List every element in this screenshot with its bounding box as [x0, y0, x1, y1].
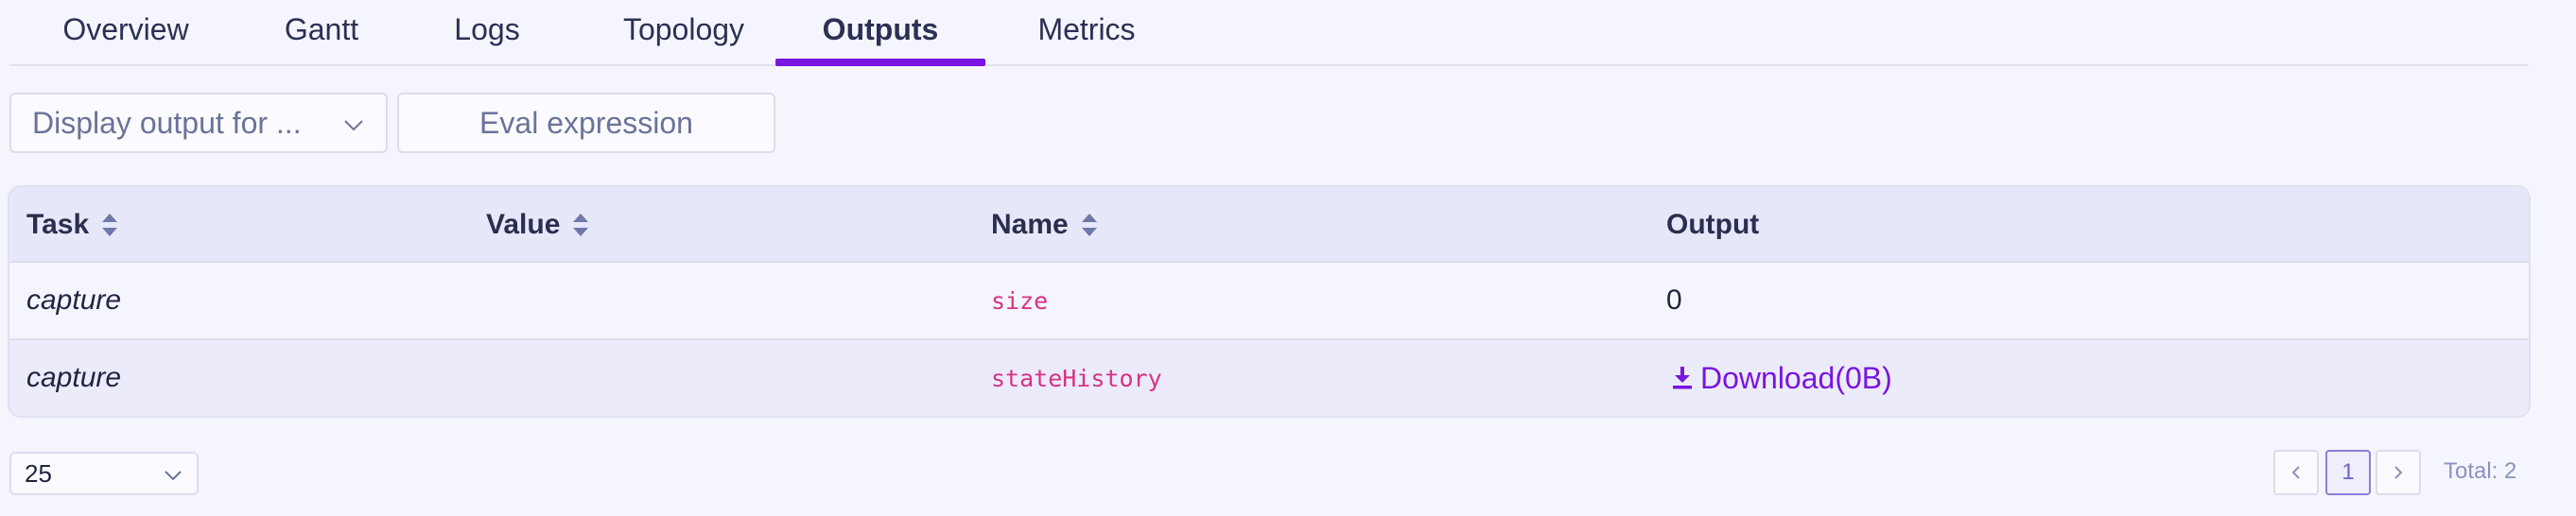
tab-outputs[interactable]: Outputs — [794, 0, 966, 66]
task-cell: capture — [26, 284, 122, 316]
display-output-select[interactable]: Display output for ... — [9, 93, 388, 153]
sort-icon[interactable] — [571, 211, 590, 239]
prev-page-button[interactable] — [2273, 450, 2319, 495]
table-row: capture size 0 — [9, 263, 2529, 340]
tab-logs[interactable]: Logs — [444, 0, 530, 66]
page-size-value: 25 — [25, 458, 52, 488]
current-page-button[interactable]: 1 — [2325, 450, 2371, 495]
download-link[interactable]: Download(0B) — [1670, 361, 1892, 396]
column-header-task[interactable]: Task — [26, 187, 119, 263]
tab-bar: Overview Gantt Logs Topology Outputs Met… — [9, 0, 2529, 66]
chevron-right-icon — [2394, 466, 2403, 479]
display-output-select-label: Display output for ... — [32, 105, 302, 140]
download-label: Download(0B) — [1700, 360, 1892, 395]
next-page-button[interactable] — [2376, 450, 2421, 495]
task-cell: capture — [26, 362, 122, 393]
name-cell: stateHistory — [991, 364, 1162, 392]
column-header-output: Output — [1666, 187, 1759, 263]
download-icon — [1673, 367, 1692, 389]
outputs-table: Task Value Name Output capture size 0 ca… — [8, 185, 2531, 418]
sort-icon[interactable] — [1080, 211, 1099, 239]
column-header-label: Value — [486, 209, 561, 240]
table-row: capture stateHistory Download(0B) — [9, 340, 2529, 416]
output-cell: 0 — [1666, 284, 1682, 316]
chevron-down-icon — [344, 120, 363, 131]
column-header-value[interactable]: Value — [486, 187, 590, 263]
tab-metrics[interactable]: Metrics — [1025, 0, 1148, 66]
column-header-label: Name — [991, 209, 1069, 240]
active-tab-indicator — [775, 59, 985, 66]
tab-topology[interactable]: Topology — [603, 0, 764, 66]
outputs-page: Overview Gantt Logs Topology Outputs Met… — [0, 0, 2576, 516]
chevron-down-icon — [165, 471, 182, 481]
total-count: Total: 2 — [2444, 458, 2517, 484]
output-cell: Download(0B) — [1670, 340, 1892, 416]
column-header-label: Output — [1666, 209, 1760, 240]
page-size-select[interactable]: 25 — [9, 452, 199, 495]
column-header-name[interactable]: Name — [991, 187, 1099, 263]
column-header-label: Task — [26, 209, 90, 240]
tab-gantt[interactable]: Gantt — [265, 0, 378, 66]
chevron-left-icon — [2291, 466, 2300, 479]
sort-icon[interactable] — [100, 211, 119, 239]
name-cell: size — [991, 286, 1049, 315]
table-header: Task Value Name Output — [9, 187, 2529, 263]
eval-expression-button[interactable]: Eval expression — [397, 93, 775, 153]
tab-overview[interactable]: Overview — [55, 0, 197, 66]
